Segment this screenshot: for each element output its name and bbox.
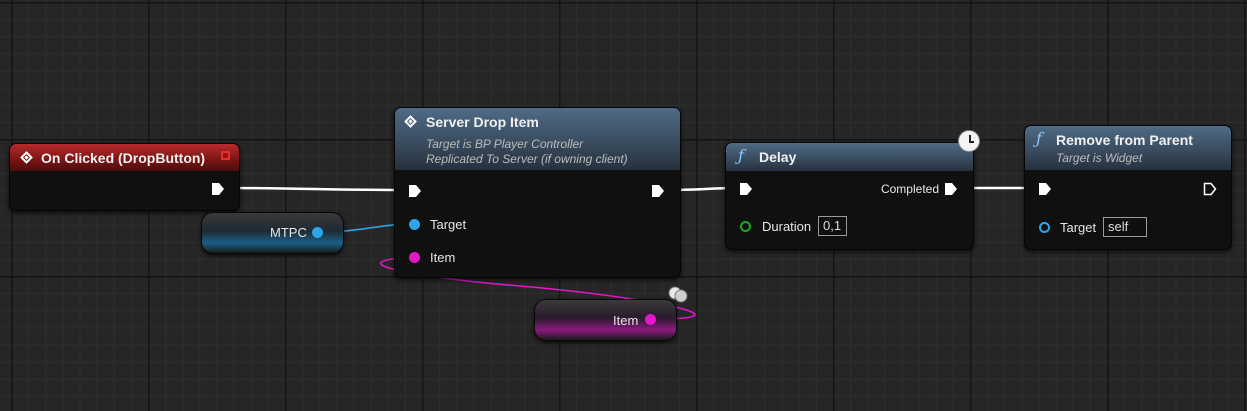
completed-exec-out-pin[interactable] xyxy=(944,182,958,196)
item-label: Item xyxy=(613,313,639,328)
server-drop-item-subtitle-target: Target is BP Player Controller xyxy=(426,137,584,151)
item-input-pin[interactable] xyxy=(409,252,420,263)
mtpc-label: MTPC xyxy=(270,225,307,240)
completed-pin-label: Completed xyxy=(880,182,939,196)
duration-input-pin[interactable] xyxy=(740,221,751,232)
mtpc-output-pin[interactable] xyxy=(312,227,323,238)
function-f-icon: ƒ xyxy=(1036,129,1042,148)
replication-icon xyxy=(668,286,688,303)
target-value-input[interactable]: self xyxy=(1103,217,1147,237)
on-clicked-title: On Clicked (DropButton) xyxy=(41,150,206,166)
remove-from-parent-node[interactable]: ƒ Remove from Parent Target is Widget Ta… xyxy=(1024,125,1232,250)
exec-out-pin[interactable] xyxy=(211,182,225,196)
item-pin-label: Item xyxy=(430,250,456,265)
item-output-pin[interactable] xyxy=(645,314,656,325)
remove-from-parent-header[interactable]: ƒ Remove from Parent Target is Widget xyxy=(1025,126,1231,170)
event-diamond-icon xyxy=(404,115,417,128)
clock-hand-icon xyxy=(969,141,974,143)
event-diamond-icon xyxy=(20,151,33,164)
exec-in-pin[interactable] xyxy=(408,184,422,198)
mtpc-variable-node[interactable]: MTPC xyxy=(201,212,344,254)
item-variable-node[interactable]: Item xyxy=(534,299,677,341)
exec-in-pin[interactable] xyxy=(739,182,753,196)
delay-header[interactable]: ƒ Delay xyxy=(726,143,973,171)
duration-value-input[interactable]: 0,1 xyxy=(818,216,847,236)
server-drop-item-title: Server Drop Item xyxy=(426,114,539,130)
function-f-icon: ƒ xyxy=(738,146,744,165)
exec-out-pin[interactable] xyxy=(1203,182,1217,196)
target-pin-label: Target xyxy=(430,217,467,232)
delay-title: Delay xyxy=(759,149,797,165)
target-input-pin[interactable] xyxy=(409,219,420,230)
clock-icon xyxy=(958,130,980,152)
server-drop-item-node[interactable]: Server Drop Item Target is BP Player Con… xyxy=(394,107,681,278)
delay-node[interactable]: ƒ Delay Completed Duration 0,1 xyxy=(725,142,974,250)
exec-wire-onclicked-to-server xyxy=(227,186,409,192)
exec-in-pin[interactable] xyxy=(1038,182,1052,196)
target-pin-label: Target xyxy=(1060,220,1097,235)
remove-from-parent-subtitle: Target is Widget xyxy=(1056,151,1143,165)
server-drop-item-subtitle-replicated: Replicated To Server (if owning client) xyxy=(426,152,628,166)
remove-from-parent-title: Remove from Parent xyxy=(1056,132,1193,148)
target-input-pin[interactable] xyxy=(1039,222,1050,233)
duration-pin-label: Duration xyxy=(762,219,812,234)
stop-icon xyxy=(221,151,230,160)
exec-out-pin[interactable] xyxy=(651,184,665,198)
server-drop-item-header[interactable]: Server Drop Item Target is BP Player Con… xyxy=(395,108,680,170)
on-clicked-header[interactable]: On Clicked (DropButton) xyxy=(10,144,239,171)
on-clicked-event-node[interactable]: On Clicked (DropButton) xyxy=(9,143,240,211)
